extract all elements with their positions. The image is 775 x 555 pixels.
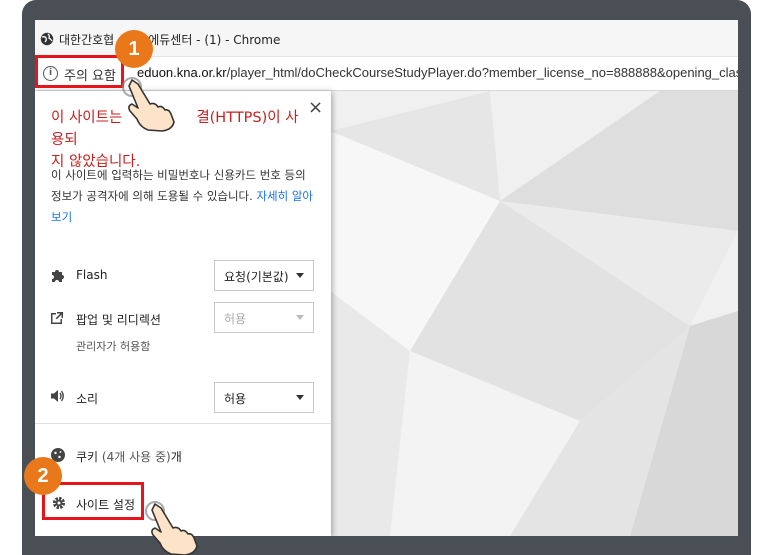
- cookies-detail: (4개 사용 중): [101, 450, 171, 464]
- step-badge-1: 1: [115, 30, 153, 68]
- flash-label: Flash: [76, 268, 108, 282]
- site-info-popup: × 이 사이트는 결(HTTPS)이 사용되 지 않았습니다. 이 사이트에 입력…: [35, 91, 331, 536]
- sound-select[interactable]: 허용: [214, 382, 314, 413]
- popup-description: 이 사이트에 입력하는 비밀번호나 신용카드 번호 등의 정보가 공격자에 의해…: [51, 165, 319, 228]
- url-path: /player_html/doCheckCourseStudyPlayer.do…: [226, 65, 738, 80]
- popup-icon: [51, 312, 63, 324]
- chevron-down-icon: [296, 273, 304, 278]
- window-title: 대한간호협 에듀센터 - (1) - Chrome: [59, 31, 280, 48]
- highlight-security-chip: [35, 55, 124, 88]
- sound-label: 소리: [76, 392, 99, 406]
- popups-select: 허용: [214, 302, 314, 333]
- flash-select[interactable]: 요청(기본값): [214, 260, 314, 291]
- popups-select-value: 허용: [224, 312, 247, 326]
- heading-part1: 이 사이트는: [51, 110, 123, 126]
- url-text[interactable]: eduon.kna.or.kr/player_html/doCheckCours…: [137, 65, 738, 80]
- flash-select-value: 요청(기본값): [224, 270, 289, 284]
- divider: [35, 423, 331, 424]
- speaker-icon: [51, 390, 64, 402]
- popups-label: 팝업 및 리디렉션: [76, 313, 161, 327]
- chevron-down-icon: [296, 315, 304, 320]
- chevron-down-icon: [296, 395, 304, 400]
- puzzle-icon: [52, 270, 64, 282]
- sound-select-value: 허용: [224, 392, 247, 406]
- hand-pointer-icon: [145, 501, 198, 555]
- hand-pointer-icon: [122, 77, 175, 132]
- globe-icon: [40, 32, 54, 46]
- cookies-suffix: 개: [170, 450, 182, 464]
- close-icon[interactable]: ×: [308, 97, 323, 118]
- page-background: [330, 91, 738, 536]
- step-badge-2: 2: [24, 457, 62, 495]
- window-title-left: 대한간호협: [59, 33, 115, 47]
- window-title-right: 에듀센터 - (1) - Chrome: [148, 33, 281, 47]
- cookies-text: 쿠키: [76, 450, 99, 464]
- popups-sublabel: 관리자가 허용함: [76, 340, 151, 353]
- cookies-label: 쿠키 (4개 사용 중)개: [76, 448, 182, 465]
